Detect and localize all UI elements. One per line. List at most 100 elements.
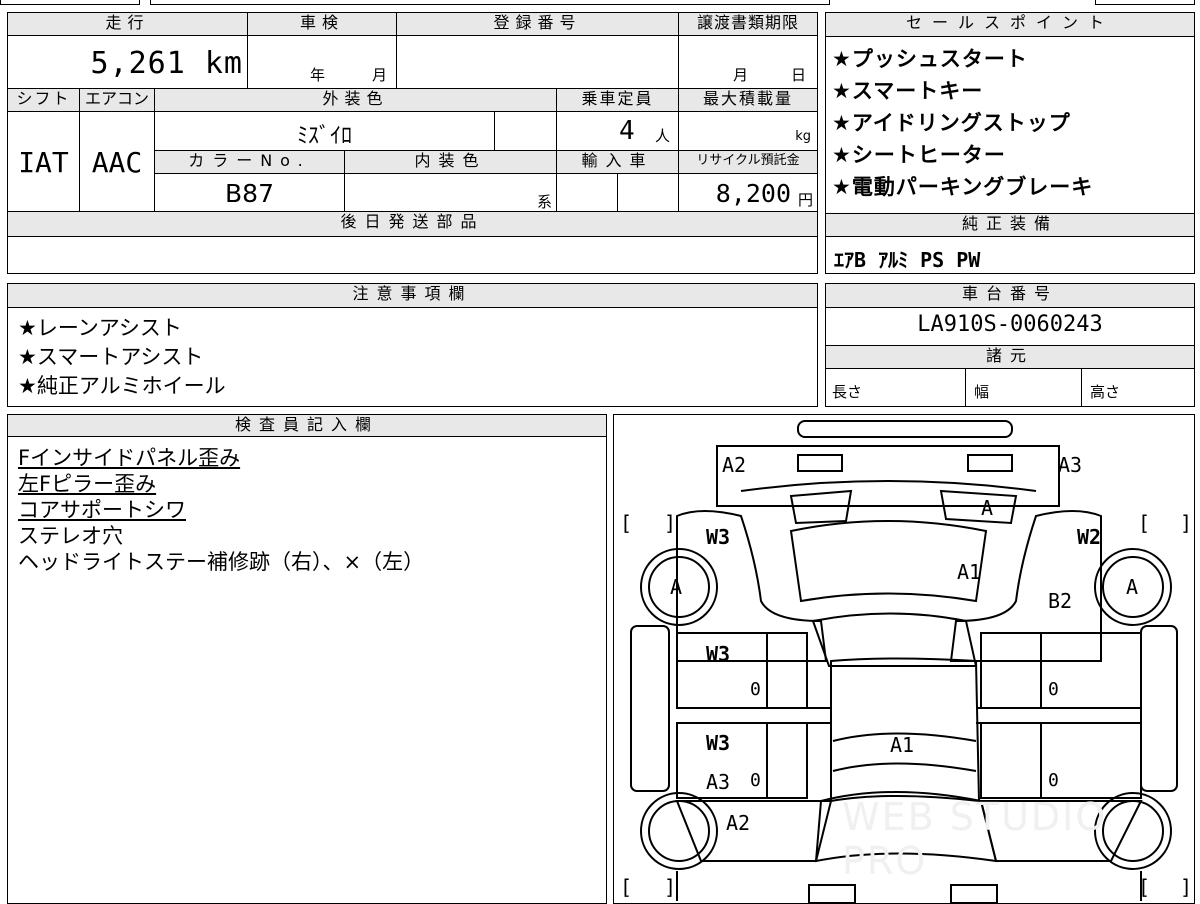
shift-header: シフト xyxy=(7,88,80,112)
sales-point-item: ★シートヒーター xyxy=(832,143,1006,167)
caution-item: ★純正アルミホイール xyxy=(18,374,226,398)
transfer-deadline-cell: 月 日 xyxy=(678,35,818,89)
later-parts-header: 後日発送部品 xyxy=(7,211,818,237)
sales-points-list: ★プッシュスタート ★スマートキー ★アイドリングストップ ★シートヒーター ★… xyxy=(826,43,1194,203)
inspector-note: 左Fピラー歪み xyxy=(18,472,157,496)
capacity-cell: 4 人 xyxy=(556,111,679,151)
car-damage-diagram: WEB STUDIO PRO A2 A3 A W3 W2 A1 A A B2 W… xyxy=(613,414,1195,904)
exterior-header: 外装色 xyxy=(154,88,557,112)
chassis-number: LA910S-0060243 xyxy=(917,312,1103,337)
sales-points-box: セールスポイント ★プッシュスタート ★スマートキー ★アイドリングストップ ★… xyxy=(825,12,1195,214)
interior-cell: 系 xyxy=(344,173,557,212)
inspector-note: Fインサイドパネル歪み xyxy=(18,446,241,470)
transfer-day-label: 日 xyxy=(791,66,807,84)
inspector-box: 検査員記入欄 Fインサイドパネル歪み 左Fピラー歪み コアサポートシワ ステレオ… xyxy=(7,414,607,904)
label-a-hood: A xyxy=(981,496,994,520)
caution-item: ★レーンアシスト xyxy=(18,316,182,340)
color-no-value: B87 xyxy=(225,179,274,208)
aircon-cell: AAC xyxy=(79,111,155,212)
specs-header: 諸元 xyxy=(826,345,1194,369)
chassis-box: 車台番号 LA910S-0060243 諸元 長さ 幅 高さ xyxy=(825,283,1195,407)
shift-value: IAT xyxy=(18,146,69,179)
inspector-header: 検査員記入欄 xyxy=(8,415,606,437)
spec-height-label: 高さ xyxy=(1090,383,1121,401)
bracket-right-bottom-open: [ xyxy=(1138,875,1151,899)
interior-header: 内装色 xyxy=(344,150,557,174)
inspection-month-label: 月 xyxy=(372,66,388,84)
mileage-cell: 5,261 km xyxy=(7,35,248,89)
shift-cell: IAT xyxy=(7,111,80,212)
transfer-deadline-header: 譲渡書類期限 xyxy=(678,12,818,36)
recycle-header: リサイクル預託金 xyxy=(678,150,818,174)
bracket-right-top-open: [ xyxy=(1138,511,1151,535)
vehicle-info-table: 走行 車検 登録番号 譲渡書類期限 5,261 km 年 月 月 日 シフト エ… xyxy=(7,12,818,274)
interior-suffix: 系 xyxy=(536,193,552,211)
import-cell-right xyxy=(617,173,679,212)
label-w3-door-left-front: W3 xyxy=(706,642,731,666)
aircon-value: AAC xyxy=(91,146,143,179)
caution-item: ★スマートアシスト xyxy=(18,345,204,369)
reg-no-header: 登録番号 xyxy=(396,12,679,36)
label-a1-hood: A1 xyxy=(957,560,982,584)
label-b2-right: B2 xyxy=(1048,589,1073,613)
label-w3-door-left-rear: W3 xyxy=(706,731,731,755)
label-zero-4: 0 xyxy=(1048,770,1059,791)
max-load-unit: kg xyxy=(795,129,811,144)
diagram-watermark: WEB STUDIO PRO xyxy=(842,795,1108,883)
spec-width: 幅 xyxy=(966,369,1082,406)
spec-height: 高さ xyxy=(1082,369,1194,406)
color-no-cell: B87 xyxy=(154,173,345,212)
label-a-tire-right: A xyxy=(1126,575,1139,599)
bracket-left-bottom-open: [ xyxy=(620,875,633,899)
recycle-value: 8,200 xyxy=(715,179,791,208)
color-no-header: カラーNo. xyxy=(154,150,345,174)
mileage-value: 5,261 km xyxy=(90,46,243,81)
genuine-equipment-value: ｴｱB ｱﾙﾐ PS PW xyxy=(834,248,981,272)
label-a2-front: A2 xyxy=(722,453,747,477)
label-a2-rear: A2 xyxy=(726,811,751,835)
caution-header: 注意事項欄 xyxy=(8,284,817,308)
label-a3-front: A3 xyxy=(1058,453,1083,477)
inspector-note: ヘッドライトステー補修跡（右）、×（左） xyxy=(18,550,425,574)
label-zero-1: 0 xyxy=(750,679,761,700)
transfer-month-label: 月 xyxy=(733,66,749,84)
aircon-header: エアコン xyxy=(79,88,155,112)
label-w3-front-left: W3 xyxy=(706,525,731,549)
bracket-left-top-open: [ xyxy=(620,511,633,535)
inspector-note: コアサポートシワ xyxy=(18,498,186,522)
inspector-notes: Fインサイドパネル歪み 左Fピラー歪み コアサポートシワ ステレオ穴 ヘッドライ… xyxy=(8,445,424,575)
sales-points-header: セールスポイント xyxy=(826,13,1194,37)
max-load-header: 最大積載量 xyxy=(678,88,818,112)
caution-list: ★レーンアシスト ★スマートアシスト ★純正アルミホイール xyxy=(8,314,226,401)
label-a3-left-rear: A3 xyxy=(706,770,731,794)
capacity-header: 乗車定員 xyxy=(556,88,679,112)
genuine-equipment-box: 純正装備 ｴｱB ｱﾙﾐ PS PW xyxy=(825,213,1195,274)
sales-point-item: ★アイドリングストップ xyxy=(832,111,1071,135)
label-a-tire-left: A xyxy=(670,575,683,599)
import-header: 輸入車 xyxy=(556,150,679,174)
inspector-note: ステレオ穴 xyxy=(18,524,123,548)
exterior-extra-cell xyxy=(494,111,557,151)
exterior-cell: ﾐｽﾞｲﾛ xyxy=(154,111,495,151)
bracket-right-bottom-close: ] xyxy=(1180,875,1193,899)
sales-point-item: ★スマートキー xyxy=(832,79,984,103)
exterior-value: ﾐｽﾞｲﾛ xyxy=(296,124,352,149)
inspection-header: 車検 xyxy=(247,12,397,36)
sales-point-item: ★電動パーキングブレーキ xyxy=(832,175,1094,199)
spec-width-label: 幅 xyxy=(974,383,990,401)
inspection-year-label: 年 xyxy=(310,66,326,84)
label-a1-roof: A1 xyxy=(890,733,915,757)
recycle-cell: 8,200 円 xyxy=(678,173,818,212)
bracket-left-top-close: ] xyxy=(664,511,677,535)
capacity-unit: 人 xyxy=(655,127,671,145)
recycle-unit: 円 xyxy=(797,191,813,209)
reg-no-cell xyxy=(396,35,679,89)
sales-point-item: ★プッシュスタート xyxy=(832,47,1028,71)
genuine-equipment-header: 純正装備 xyxy=(826,214,1194,237)
bracket-left-bottom-close: ] xyxy=(664,875,677,899)
spec-length: 長さ xyxy=(826,369,966,406)
later-parts-cell xyxy=(7,236,818,274)
label-w2-front-right: W2 xyxy=(1077,525,1102,549)
chassis-header: 車台番号 xyxy=(826,284,1194,308)
mileage-header: 走行 xyxy=(7,12,248,36)
